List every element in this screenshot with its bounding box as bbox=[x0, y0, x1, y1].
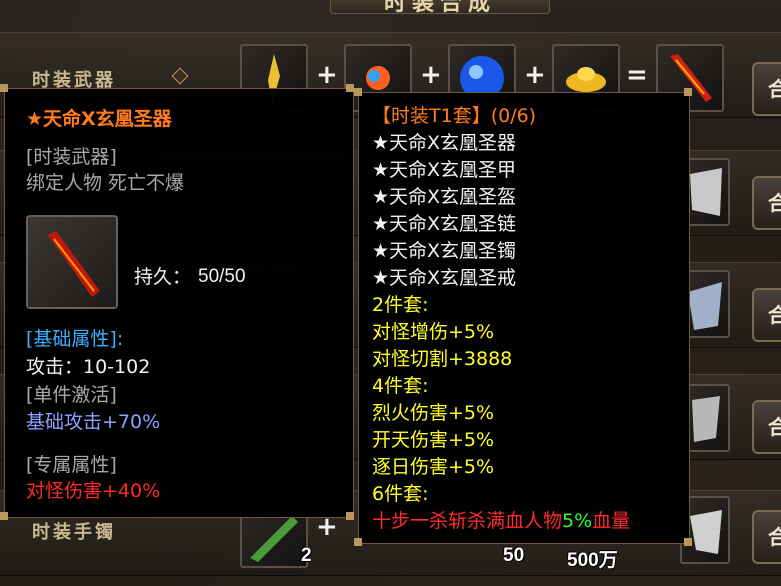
set-piece: ★天命X玄凰圣甲 bbox=[372, 159, 517, 181]
plus-sign: + bbox=[524, 60, 546, 90]
tier4-bonus: 开天伤害+5% bbox=[372, 429, 495, 451]
material-count: 50 bbox=[503, 545, 525, 566]
durability-value: 50/50 bbox=[198, 266, 246, 287]
tier6-bonus-pct: 5% bbox=[562, 510, 593, 532]
tier4-header: 4件套: bbox=[372, 375, 429, 397]
tier6-header: 6件套: bbox=[372, 483, 429, 505]
base-attr-header: [基础属性]: bbox=[26, 328, 124, 350]
tooltip-corner bbox=[346, 512, 354, 520]
red-blade-icon bbox=[48, 231, 100, 297]
tier2-bonus: 对怪切割+3888 bbox=[372, 348, 513, 370]
exclusive-attr-header: [专属属性] bbox=[26, 454, 117, 476]
exclusive-attr-bonus: 对怪伤害+40% bbox=[26, 480, 161, 502]
single-activation-header: [单件激活] bbox=[26, 384, 117, 406]
gold-cost: 500万 bbox=[567, 550, 618, 571]
material-count: 2 bbox=[301, 545, 312, 566]
tier6-bonus: 十步一杀斩杀满血人物5%血量 bbox=[372, 510, 630, 532]
item-binding: 绑定人物 死亡不爆 bbox=[26, 172, 185, 194]
plus-sign: + bbox=[316, 60, 338, 90]
tooltip-corner bbox=[354, 88, 362, 96]
equals-sign: = bbox=[626, 60, 648, 90]
item-icon-box bbox=[26, 215, 118, 309]
tier2-header: 2件套: bbox=[372, 294, 429, 316]
synthesize-button[interactable]: 合 bbox=[752, 176, 781, 230]
durability-label: 持久： bbox=[134, 266, 192, 288]
attack-value: 攻击：10-102 bbox=[26, 356, 151, 378]
single-activation-bonus: 基础攻击+70% bbox=[26, 411, 161, 433]
tooltip-corner bbox=[0, 84, 8, 92]
tier2-bonus: 对怪增伤+5% bbox=[372, 321, 495, 343]
window-title: 时装合成 bbox=[330, 0, 550, 14]
tooltip-corner bbox=[346, 84, 354, 92]
synthesize-button[interactable]: 合 bbox=[752, 62, 781, 116]
synthesize-button[interactable]: 合 bbox=[752, 510, 781, 564]
set-piece: ★天命X玄凰圣器 bbox=[372, 132, 517, 154]
synthesize-button[interactable]: 合 bbox=[752, 400, 781, 454]
tier4-bonus: 逐日伤害+5% bbox=[372, 456, 495, 478]
set-piece: ★天命X玄凰圣戒 bbox=[372, 267, 517, 289]
set-piece: ★天命X玄凰圣镯 bbox=[372, 240, 517, 262]
item-name: ★天命X玄凰圣器 bbox=[26, 108, 172, 130]
synthesize-button[interactable]: 合 bbox=[752, 288, 781, 342]
tooltip-corner bbox=[354, 538, 362, 546]
tooltip-corner bbox=[684, 88, 692, 96]
set-piece: ★天命X玄凰圣链 bbox=[372, 213, 517, 235]
tier4-bonus: 烈火伤害+5% bbox=[372, 402, 495, 424]
tooltip-corner bbox=[684, 538, 692, 546]
tier6-bonus-prefix: 十步一杀斩杀满血人物 bbox=[372, 510, 563, 532]
item-type: [时装武器] bbox=[26, 146, 117, 168]
set-piece: ★天命X玄凰圣盔 bbox=[372, 186, 517, 208]
plus-sign: + bbox=[420, 60, 442, 90]
set-header: 【时装T1套】(0/6) bbox=[372, 105, 537, 127]
tier6-bonus-suffix: 血量 bbox=[592, 510, 631, 532]
tooltip-corner bbox=[0, 512, 8, 520]
row-label-bracelet: 时装手镯 bbox=[32, 522, 116, 543]
